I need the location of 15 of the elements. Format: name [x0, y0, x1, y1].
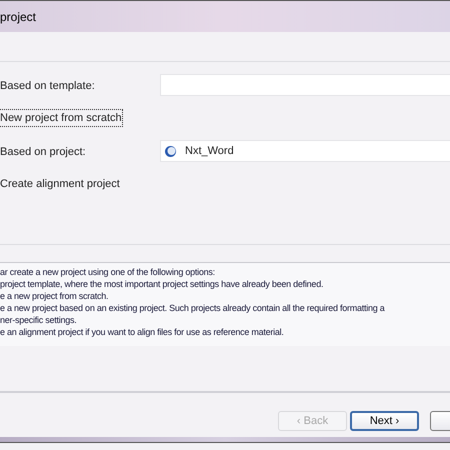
option-label[interactable]: New project from scratch — [0, 110, 122, 126]
window-title: project — [0, 8, 36, 26]
description-text: e a new project from scratch. — [0, 290, 110, 302]
field-value: Nxt_Word — [185, 144, 234, 159]
description-text: e a new project based on an existing project. Such projects already contain all the required formatting a — [0, 302, 386, 314]
description-text: ner-specific settings. — [0, 314, 78, 326]
description-text: project template, where the most important project settings have already been defined. — [0, 278, 324, 290]
option-label[interactable]: Based on template: — [0, 80, 95, 92]
project-icon — [164, 144, 177, 158]
description-text: ar create a new project using one of the following options: — [0, 266, 216, 278]
input-field[interactable]: Nxt_Word — [160, 140, 450, 162]
option-label[interactable]: Create alignment project — [0, 176, 120, 192]
description-text: e an alignment project if you want to align files for use as reference material. — [0, 326, 285, 338]
wizard-button[interactable]: Next › — [350, 411, 419, 431]
option-label[interactable]: Based on project: — [0, 146, 86, 158]
